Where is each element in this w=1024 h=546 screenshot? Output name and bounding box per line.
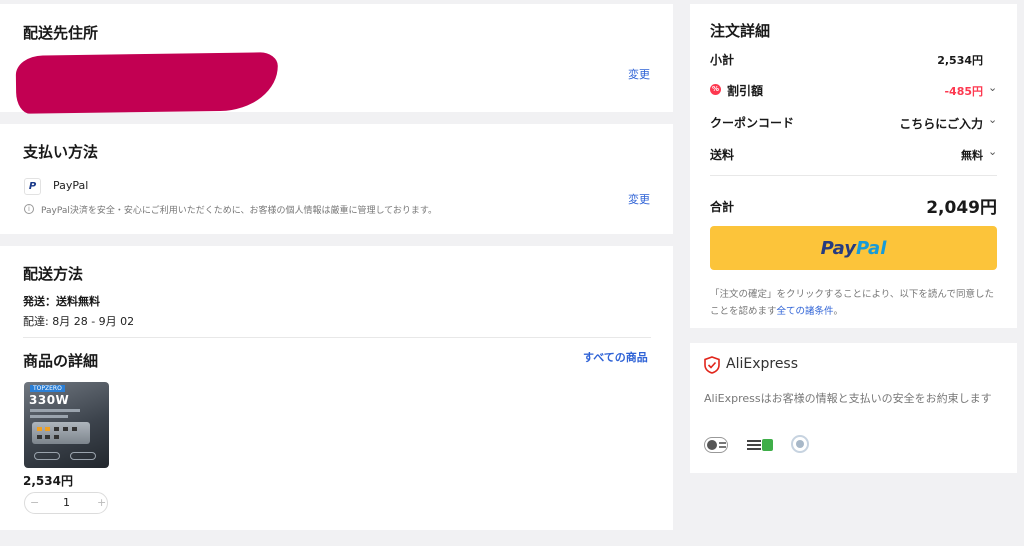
order-details-title: 注文詳細	[710, 22, 771, 40]
discount-chevron-down-icon[interactable]: ⌄	[988, 81, 997, 94]
paypal-checkout-button[interactable]: Pay Pal	[710, 226, 997, 270]
delivery-date-text: 配達: 8月 28 - 9月 02	[23, 315, 135, 328]
redacted-address	[15, 52, 279, 114]
coupon-label: クーポンコード	[710, 116, 795, 130]
order-details-card: 注文詳細 小計 2,534円 % 割引額 -485円 ⌄ クーポンコード こちら…	[690, 4, 1017, 328]
subtotal-value: 2,534円	[937, 54, 983, 67]
shipping-method-card: 配送方法 発送：送料無料 配達: 8月 28 - 9月 02 商品の詳細 すべて…	[0, 246, 673, 530]
shipping-fee-label: 送料	[710, 148, 735, 162]
product-brand-tag: TOPZERO	[30, 385, 65, 392]
aliexpress-safety-card: AliExpress AliExpressはお客様の情報と支払いの安全をお約束し…	[690, 343, 1017, 473]
all-items-link[interactable]: すべての商品	[583, 349, 648, 365]
shipping-chevron-down-icon[interactable]: ⌄	[988, 145, 997, 158]
quantity-value[interactable]: 1	[63, 496, 70, 509]
shipping-fee-value: 無料	[961, 149, 983, 162]
payment-method-name: PayPal	[53, 179, 89, 192]
total-label: 合計	[710, 200, 735, 214]
info-icon: i	[24, 204, 34, 214]
section-divider	[23, 337, 651, 338]
product-watt-text: 330W	[29, 393, 70, 407]
discount-label: 割引額	[727, 84, 764, 98]
decrease-quantity-button[interactable]: −	[30, 496, 39, 509]
security-badge-1-icon	[704, 437, 728, 453]
security-badge-2-icon	[747, 437, 773, 453]
terms-link[interactable]: 全ての諸条件	[777, 306, 834, 317]
payment-info-text: PayPal決済を安全・安心にご利用いただくために、お客様の個人情報は厳重に管理…	[41, 206, 438, 216]
terms-end: 。	[833, 306, 844, 317]
payment-method-title: 支払い方法	[23, 143, 99, 161]
coupon-input-trigger[interactable]: こちらにご入力	[899, 115, 983, 132]
charger-shape	[32, 422, 90, 444]
change-payment-link[interactable]: 変更	[628, 191, 650, 207]
product-details-title: 商品の詳細	[23, 352, 99, 370]
total-value: 2,049円	[926, 198, 997, 218]
terms-text: 「注文の確定」をクリックすることにより、以下を読んで同意したことを認めます	[710, 289, 994, 317]
discount-icon: %	[710, 84, 721, 95]
increase-quantity-button[interactable]: +	[97, 496, 106, 509]
paypal-logo-icon: P	[24, 178, 41, 195]
quantity-stepper: − 1 +	[24, 492, 108, 514]
security-badge-3-icon	[791, 435, 809, 453]
change-address-link[interactable]: 変更	[628, 66, 650, 82]
aliexpress-promise-text: AliExpressはお客様の情報と支払いの安全をお約束します	[704, 392, 992, 405]
coupon-chevron-down-icon[interactable]: ⌄	[988, 113, 997, 126]
paypal-button-text-1: Pay	[820, 237, 856, 259]
order-divider	[710, 175, 997, 176]
shipping-free-text: 発送：送料無料	[23, 295, 100, 308]
discount-value: -485円	[944, 85, 983, 98]
shipping-address-title: 配送先住所	[23, 24, 99, 42]
subtotal-label: 小計	[710, 53, 735, 67]
shipping-method-title: 配送方法	[23, 265, 84, 283]
shipping-address-card: 配送先住所 変更	[0, 4, 673, 114]
aliexpress-brand: AliExpress	[726, 356, 799, 372]
terms-notice: 「注文の確定」をクリックすることにより、以下を読んで同意したことを認めます全ての…	[710, 286, 998, 320]
payment-method-card: 支払い方法 P PayPal i PayPal決済を安全・安心にご利用いただくた…	[0, 124, 673, 234]
product-image[interactable]: TOPZERO 330W	[24, 382, 109, 468]
shield-icon	[704, 356, 720, 374]
paypal-button-text-2: Pal	[856, 237, 887, 259]
product-price: 2,534円	[23, 474, 73, 488]
